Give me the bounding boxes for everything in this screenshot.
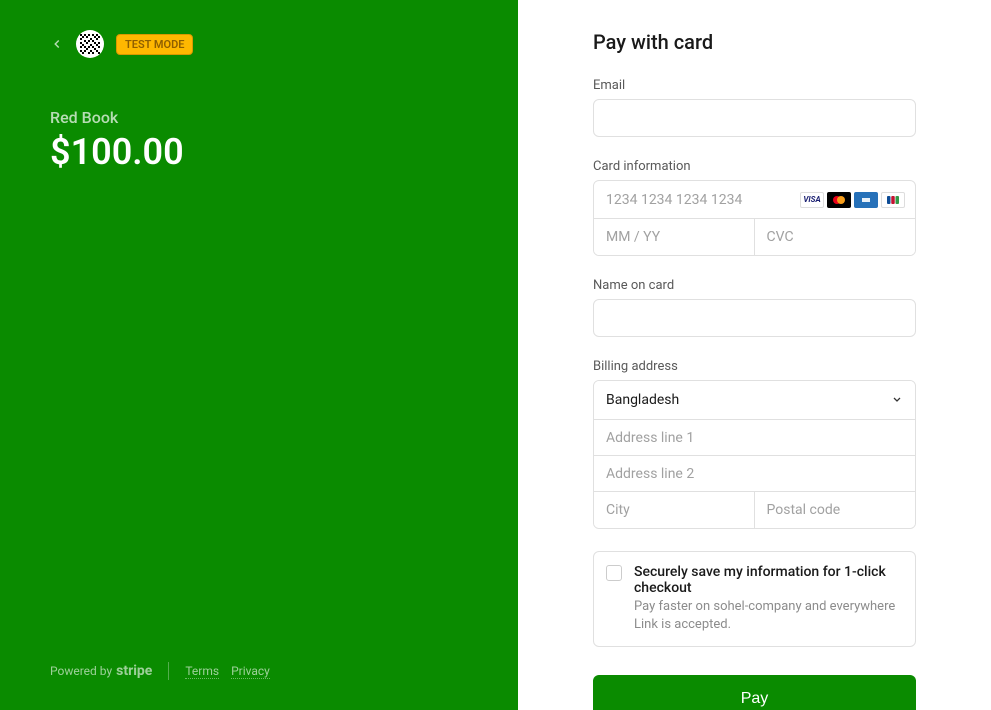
footer-divider	[168, 662, 169, 680]
payment-panel: Pay with card Email Card information VIS…	[518, 0, 991, 710]
card-expiry-input[interactable]	[594, 219, 755, 255]
card-info-label: Card information	[593, 159, 916, 174]
save-info-description: Pay faster on sohel-company and everywhe…	[634, 598, 903, 634]
save-info-checkbox[interactable]	[606, 565, 622, 581]
jcb-icon	[881, 192, 905, 208]
back-arrow-icon[interactable]	[50, 37, 64, 51]
card-brand-icons: VISA	[800, 192, 915, 208]
merchant-logo	[76, 30, 104, 58]
powered-by: Powered by stripe	[50, 663, 152, 679]
summary-panel: TEST MODE Red Book $100.00 Powered by st…	[0, 0, 518, 710]
summary-header: TEST MODE	[50, 30, 468, 58]
country-select[interactable]: Bangladesh	[594, 381, 915, 419]
name-on-card-input[interactable]	[593, 299, 916, 337]
card-input-group: VISA	[593, 180, 916, 256]
save-info-box: Securely save my information for 1-click…	[593, 551, 916, 647]
mastercard-icon	[827, 192, 851, 208]
city-input[interactable]	[594, 492, 755, 528]
summary-footer: Powered by stripe Terms Privacy	[50, 662, 282, 680]
address-line-2-input[interactable]	[594, 456, 915, 492]
address-line-1-input[interactable]	[594, 420, 915, 456]
email-input[interactable]	[593, 99, 916, 137]
postal-code-input[interactable]	[755, 492, 916, 528]
amex-icon	[854, 192, 878, 208]
visa-icon: VISA	[800, 192, 824, 208]
save-info-title: Securely save my information for 1-click…	[634, 564, 903, 596]
email-label: Email	[593, 78, 916, 93]
privacy-link[interactable]: Privacy	[231, 664, 270, 679]
terms-link[interactable]: Terms	[185, 664, 219, 679]
powered-by-label: Powered by	[50, 664, 112, 678]
page-title: Pay with card	[593, 30, 916, 54]
product-name: Red Book	[50, 108, 468, 127]
card-cvc-input[interactable]	[755, 219, 916, 255]
test-mode-badge: TEST MODE	[116, 34, 193, 55]
billing-address-group: Bangladesh	[593, 380, 916, 529]
stripe-logo: stripe	[116, 663, 152, 679]
card-number-input[interactable]	[594, 182, 800, 218]
product-price: $100.00	[50, 131, 468, 173]
billing-label: Billing address	[593, 359, 916, 374]
name-label: Name on card	[593, 278, 916, 293]
pay-button[interactable]: Pay	[593, 675, 916, 710]
